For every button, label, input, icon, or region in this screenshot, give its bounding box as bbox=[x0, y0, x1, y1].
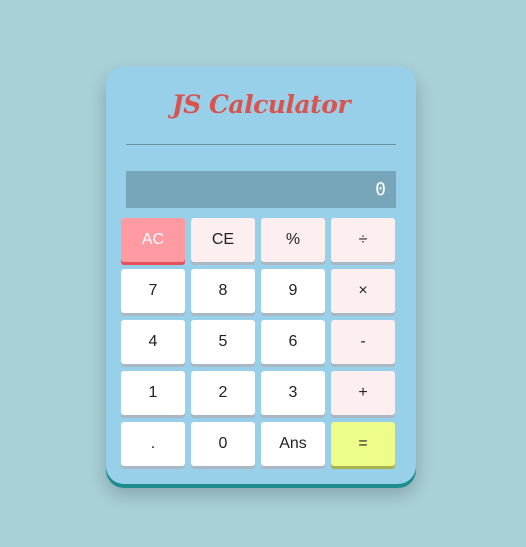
digit-6-button[interactable]: 6 bbox=[261, 320, 325, 364]
digit-2-button[interactable]: 2 bbox=[191, 371, 255, 415]
multiply-button[interactable]: × bbox=[331, 269, 395, 313]
add-button[interactable]: + bbox=[331, 371, 395, 415]
keypad: AC CE % ÷ 7 8 9 × 4 5 6 - 1 2 3 + . 0 An… bbox=[121, 218, 395, 466]
answer-button[interactable]: Ans bbox=[261, 422, 325, 466]
digit-1-button[interactable]: 1 bbox=[121, 371, 185, 415]
digit-9-button[interactable]: 9 bbox=[261, 269, 325, 313]
digit-0-button[interactable]: 0 bbox=[191, 422, 255, 466]
result-display: 0 bbox=[126, 171, 396, 208]
digit-4-button[interactable]: 4 bbox=[121, 320, 185, 364]
app-title: JS Calculator bbox=[171, 90, 351, 119]
title-divider bbox=[126, 144, 396, 145]
calculator: JS Calculator 0 AC CE % ÷ 7 8 9 × 4 5 6 … bbox=[106, 66, 416, 484]
digit-3-button[interactable]: 3 bbox=[261, 371, 325, 415]
digit-8-button[interactable]: 8 bbox=[191, 269, 255, 313]
all-clear-button[interactable]: AC bbox=[121, 218, 185, 262]
decimal-point-button[interactable]: . bbox=[121, 422, 185, 466]
clear-entry-button[interactable]: CE bbox=[191, 218, 255, 262]
digit-7-button[interactable]: 7 bbox=[121, 269, 185, 313]
digit-5-button[interactable]: 5 bbox=[191, 320, 255, 364]
subtract-button[interactable]: - bbox=[331, 320, 395, 364]
divide-button[interactable]: ÷ bbox=[331, 218, 395, 262]
equals-button[interactable]: = bbox=[331, 422, 395, 466]
percent-button[interactable]: % bbox=[261, 218, 325, 262]
